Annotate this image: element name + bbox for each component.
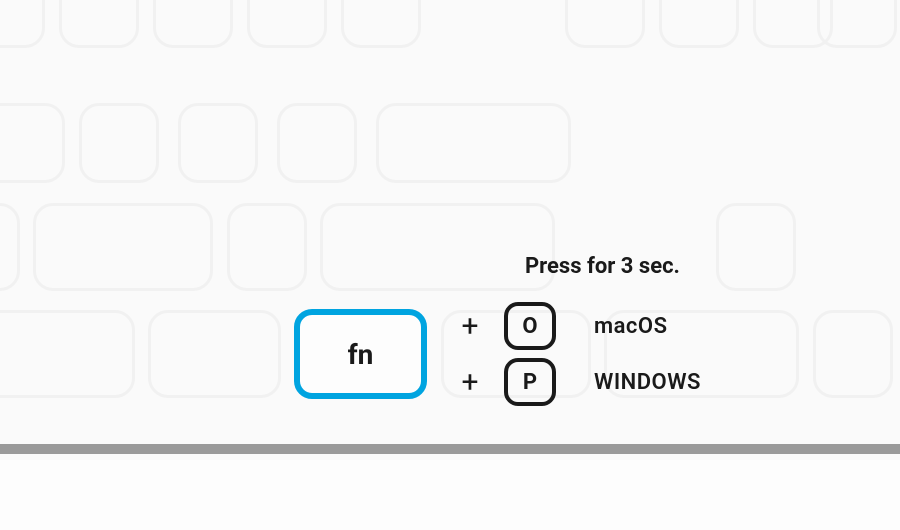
keyboard-key-outline bbox=[277, 103, 357, 183]
keyboard-key-outline bbox=[178, 103, 258, 183]
keyboard-key-outline bbox=[148, 310, 281, 398]
keyboard-key-outline bbox=[0, 0, 45, 48]
key-o: O bbox=[504, 302, 556, 350]
combo-row-windows: + P WINDOWS bbox=[454, 358, 701, 406]
keyboard-background bbox=[0, 0, 900, 460]
key-p: P bbox=[504, 358, 556, 406]
instruction-heading: Press for 3 sec. bbox=[525, 254, 680, 279]
keyboard-key-outline bbox=[376, 103, 571, 183]
keyboard-key-outline bbox=[341, 0, 421, 48]
keyboard-key-outline bbox=[813, 310, 893, 398]
key-p-label: P bbox=[523, 370, 537, 395]
keyboard-key-outline bbox=[153, 0, 233, 48]
fn-key-label: fn bbox=[348, 338, 374, 371]
keyboard-key-outline bbox=[0, 203, 20, 291]
key-o-label: O bbox=[522, 314, 537, 339]
os-label-windows: WINDOWS bbox=[594, 370, 701, 395]
plus-icon: + bbox=[454, 309, 486, 344]
keyboard-key-outline bbox=[817, 0, 897, 48]
keyboard-key-outline bbox=[0, 310, 135, 398]
keyboard-key-outline bbox=[33, 203, 213, 291]
keyboard-key-outline bbox=[247, 0, 327, 48]
keyboard-key-outline bbox=[659, 0, 739, 48]
plus-icon: + bbox=[454, 365, 486, 400]
keyboard-key-outline bbox=[565, 0, 645, 48]
combo-row-macos: + O macOS bbox=[454, 302, 668, 350]
desk-edge-bar bbox=[0, 444, 900, 454]
keyboard-key-outline bbox=[59, 0, 139, 48]
keyboard-key-outline bbox=[227, 203, 307, 291]
keyboard-key-outline bbox=[79, 103, 159, 183]
os-label-macos: macOS bbox=[594, 314, 668, 339]
keyboard-key-outline bbox=[320, 203, 555, 291]
keyboard-key-outline bbox=[0, 103, 65, 183]
keyboard-key-outline bbox=[716, 203, 796, 291]
fn-key: fn bbox=[294, 309, 427, 399]
